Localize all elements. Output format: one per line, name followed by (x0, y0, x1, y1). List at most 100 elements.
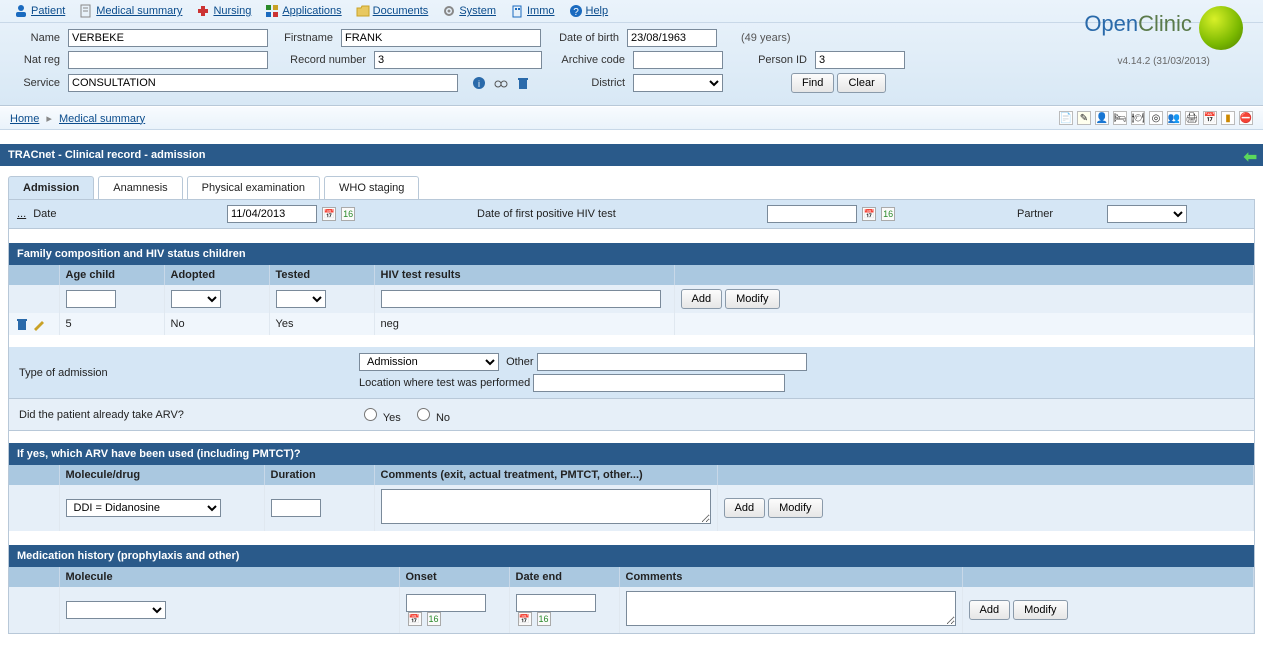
toolbar: 📄 ✎ 👤 🛏 🍽 ◎ 👥 🖨 📅 ▮ ⛔ (1059, 111, 1253, 125)
bed-icon[interactable]: 🛏 (1113, 111, 1127, 125)
molecule-select[interactable]: DDI = Didanosine (66, 499, 221, 517)
location-field[interactable] (533, 374, 785, 392)
arv-no-radio[interactable] (417, 408, 430, 421)
dob-field[interactable] (627, 29, 717, 47)
recnum-field[interactable] (374, 51, 542, 69)
medhist-modify-button[interactable]: Modify (1013, 600, 1067, 620)
medhist-add-button[interactable]: Add (969, 600, 1011, 620)
clear-button[interactable]: Clear (837, 73, 885, 93)
natreg-field[interactable] (68, 51, 268, 69)
logo-version: v4.14.2 (31/03/2013) (1084, 56, 1243, 67)
breadcrumb-current[interactable]: Medical summary (59, 113, 145, 125)
label-natreg: Nat reg (14, 54, 60, 66)
other-field[interactable] (537, 353, 807, 371)
results-input[interactable] (381, 290, 661, 308)
arv-add-button[interactable]: Add (724, 498, 766, 518)
first-hiv-field[interactable] (767, 205, 857, 223)
family-modify-button[interactable]: Modify (725, 289, 779, 309)
duration-input[interactable] (271, 499, 321, 517)
table-input-row: 📅 16 📅 16 Add Modify (9, 587, 1254, 633)
today-icon[interactable]: 16 (341, 207, 355, 221)
family-add-button[interactable]: Add (681, 289, 723, 309)
dateend-input[interactable] (516, 594, 596, 612)
ellipsis-link[interactable]: ... (17, 208, 26, 220)
medhist-molecule-select[interactable] (66, 601, 166, 619)
label-firstname: Firstname (276, 32, 333, 44)
delete-row-icon[interactable] (15, 317, 29, 331)
date-field[interactable] (227, 205, 317, 223)
menu-nursing[interactable]: Nursing (196, 4, 251, 18)
age-input[interactable] (66, 290, 116, 308)
info-icon[interactable]: i (472, 76, 486, 90)
edit-row-icon[interactable] (32, 317, 46, 331)
arv-yes[interactable]: Yes (359, 412, 401, 424)
find-button[interactable]: Find (791, 73, 834, 93)
tab-who[interactable]: WHO staging (324, 176, 419, 199)
tab-physical[interactable]: Physical examination (187, 176, 320, 199)
target-icon[interactable]: ◎ (1149, 111, 1163, 125)
menu-bar: Patient Medical summary Nursing Applicat… (0, 0, 1263, 23)
partner-select[interactable] (1107, 205, 1187, 223)
menu-label: Applications (282, 5, 341, 17)
personid-field[interactable] (815, 51, 905, 69)
admission-type-row: Type of admission Admission Other Locati… (9, 347, 1254, 399)
medhist-comments[interactable] (626, 591, 956, 626)
onset-input[interactable] (406, 594, 486, 612)
menu-applications[interactable]: Applications (265, 4, 341, 18)
arv-no[interactable]: No (412, 412, 450, 424)
breadcrumb-home[interactable]: Home (10, 113, 39, 125)
label-dob: Date of birth (549, 32, 619, 44)
delete-icon[interactable] (516, 76, 530, 90)
binoculars-icon[interactable] (494, 76, 508, 90)
name-field[interactable] (68, 29, 268, 47)
stop-icon[interactable]: ⛔ (1239, 111, 1253, 125)
first-hiv-label: Date of first positive HIV test (469, 203, 759, 225)
logo-pre: Open (1084, 11, 1138, 36)
arv-modify-button[interactable]: Modify (768, 498, 822, 518)
user-icon[interactable]: 👤 (1095, 111, 1109, 125)
arv-yes-radio[interactable] (364, 408, 377, 421)
menu-medical-summary[interactable]: Medical summary (79, 4, 182, 18)
note-icon[interactable]: 📄 (1059, 111, 1073, 125)
tab-anamnesis[interactable]: Anamnesis (98, 176, 182, 199)
stripe-icon[interactable]: ▮ (1221, 111, 1235, 125)
hdr-tested: Tested (269, 265, 374, 285)
calendar-picker-icon[interactable]: 📅 (322, 207, 336, 221)
tested-select[interactable] (276, 290, 326, 308)
service-field[interactable] (68, 74, 458, 92)
menu-label: Immo (527, 5, 555, 17)
menu-system[interactable]: System (442, 4, 496, 18)
calendar-icon[interactable]: 📅 (1203, 111, 1217, 125)
firstname-field[interactable] (341, 29, 541, 47)
calendar-picker-icon[interactable]: 📅 (862, 207, 876, 221)
tab-admission[interactable]: Admission (8, 176, 94, 199)
calendar-picker-icon[interactable]: 📅 (408, 612, 422, 626)
menu-immo[interactable]: Immo (510, 4, 555, 18)
adopted-select[interactable] (171, 290, 221, 308)
district-select[interactable] (633, 74, 723, 92)
medhist-title: Medication history (prophylaxis and othe… (9, 545, 1254, 567)
menu-help[interactable]: ? Help (569, 4, 609, 18)
people-icon[interactable]: 👥 (1167, 111, 1181, 125)
edit-icon[interactable]: ✎ (1077, 111, 1091, 125)
print-icon[interactable]: 🖨 (1185, 111, 1199, 125)
cell-results: neg (374, 313, 674, 335)
food-icon[interactable]: 🍽 (1131, 111, 1145, 125)
menu-documents[interactable]: Documents (356, 4, 429, 18)
svg-text:i: i (478, 79, 480, 89)
hdr-adopted: Adopted (164, 265, 269, 285)
gear-icon (442, 4, 456, 18)
today-icon[interactable]: 16 (427, 612, 441, 626)
today-icon[interactable]: 16 (537, 612, 551, 626)
today-icon[interactable]: 16 (881, 207, 895, 221)
label-name: Name (14, 32, 60, 44)
archive-field[interactable] (633, 51, 723, 69)
back-arrow-icon[interactable]: ⬅ (1244, 147, 1257, 167)
logo-ball-icon (1199, 6, 1243, 50)
arv-question-row: Did the patient already take ARV? Yes No (9, 399, 1254, 431)
admission-type-select[interactable]: Admission (359, 353, 499, 371)
hdr-mol2: Molecule (59, 567, 399, 587)
comments-input[interactable] (381, 489, 711, 524)
menu-patient[interactable]: Patient (14, 4, 65, 18)
calendar-picker-icon[interactable]: 📅 (518, 612, 532, 626)
